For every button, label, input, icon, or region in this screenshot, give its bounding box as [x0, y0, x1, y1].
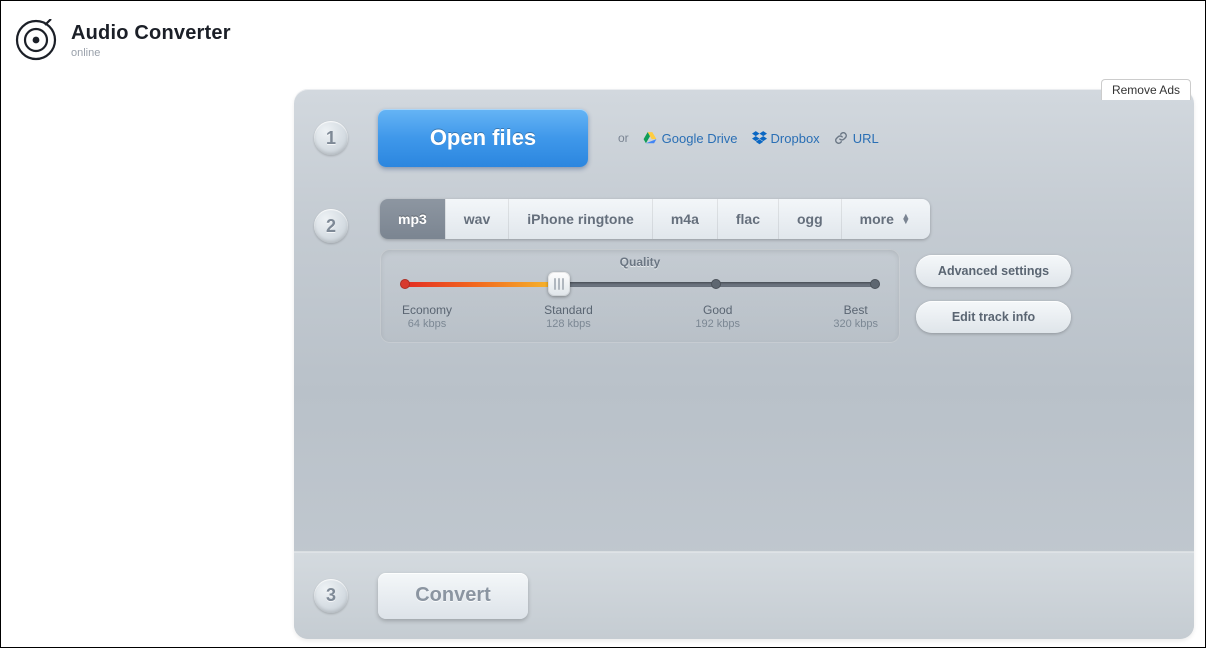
- slider-tick-best: [870, 279, 880, 289]
- quality-standard: Standard 128 kbps: [544, 303, 593, 331]
- source-links: or Google Drive Dropbox URL: [618, 131, 879, 146]
- side-buttons: Advanced settings Edit track info: [916, 255, 1071, 333]
- tab-flac[interactable]: flac: [717, 199, 778, 239]
- app-subtitle: online: [71, 47, 231, 59]
- tab-more-label: more: [860, 211, 894, 227]
- up-down-icon: ▲▼: [900, 214, 912, 224]
- app-title: Audio Converter: [71, 22, 231, 45]
- google-drive-link[interactable]: Google Drive: [643, 131, 738, 146]
- dropbox-label: Dropbox: [771, 131, 820, 146]
- dropbox-icon: [752, 131, 766, 145]
- step-2-badge: 2: [314, 209, 348, 243]
- or-text: or: [618, 131, 629, 145]
- step-1-row: 1 Open files or Google Drive Dropbox UR: [294, 101, 1194, 175]
- logo-icon: [15, 19, 57, 61]
- url-link[interactable]: URL: [834, 131, 879, 146]
- remove-ads-button[interactable]: Remove Ads: [1101, 79, 1191, 100]
- quality-box: Quality Economy 64 kbps Standard 128 kbp…: [380, 249, 900, 343]
- format-tabs: mp3 wav iPhone ringtone m4a flac ogg mor…: [380, 199, 930, 239]
- brand-header: Audio Converter online: [15, 19, 231, 61]
- quality-title: Quality: [402, 255, 878, 269]
- quality-slider[interactable]: [402, 275, 878, 293]
- google-drive-icon: [643, 131, 657, 145]
- quality-best: Best 320 kbps: [833, 303, 878, 331]
- tab-ogg[interactable]: ogg: [778, 199, 841, 239]
- slider-tick-economy: [400, 279, 410, 289]
- link-icon: [834, 131, 848, 145]
- convert-button[interactable]: Convert: [378, 573, 528, 619]
- step-3-badge: 3: [314, 579, 348, 613]
- main-panel: 1 Open files or Google Drive Dropbox UR: [294, 89, 1194, 639]
- tab-more[interactable]: more ▲▼: [841, 199, 930, 239]
- tab-m4a[interactable]: m4a: [652, 199, 717, 239]
- tab-mp3[interactable]: mp3: [380, 199, 445, 239]
- open-files-button[interactable]: Open files: [378, 109, 588, 167]
- step-3-row: 3 Convert: [294, 551, 1194, 639]
- dropbox-link[interactable]: Dropbox: [752, 131, 820, 146]
- google-drive-label: Google Drive: [662, 131, 738, 146]
- url-label: URL: [853, 131, 879, 146]
- quality-good: Good 192 kbps: [695, 303, 740, 331]
- edit-track-info-button[interactable]: Edit track info: [916, 301, 1071, 333]
- advanced-settings-button[interactable]: Advanced settings: [916, 255, 1071, 287]
- slider-tick-good: [711, 279, 721, 289]
- quality-labels: Economy 64 kbps Standard 128 kbps Good 1…: [402, 303, 878, 331]
- slider-thumb[interactable]: [548, 272, 570, 296]
- tab-iphone-ringtone[interactable]: iPhone ringtone: [508, 199, 652, 239]
- quality-economy: Economy 64 kbps: [402, 303, 452, 331]
- step-1-badge: 1: [314, 121, 348, 155]
- tab-wav[interactable]: wav: [445, 199, 508, 239]
- slider-track-fill: [402, 282, 564, 287]
